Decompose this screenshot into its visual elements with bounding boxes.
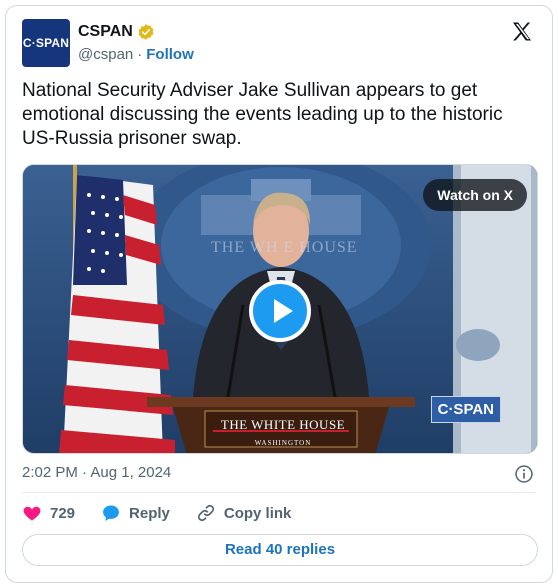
read-replies-button[interactable]: Read 40 replies (22, 534, 538, 566)
avatar[interactable]: C·SPAN (22, 19, 70, 67)
podium-subtitle: WASHINGTON (254, 439, 312, 447)
watch-on-x-button[interactable]: Watch on X (423, 179, 527, 211)
display-name[interactable]: CSPAN (78, 23, 133, 41)
separator: · (137, 46, 143, 63)
building-signage: THE WH E HOUSE (211, 239, 358, 256)
podium-title: THE WHITE HOUSE (220, 417, 346, 432)
heart-icon (23, 506, 41, 521)
handle[interactable]: @cspan (78, 46, 133, 63)
likes-count: 729 (50, 504, 76, 522)
copy-link-button[interactable]: Copy link (196, 503, 292, 523)
name-row: CSPAN (78, 23, 155, 41)
timestamp[interactable]: 2:02 PM · Aug 1, 2024 (22, 464, 171, 481)
network-watermark: C·SPAN (430, 396, 501, 423)
tweet-card: C·SPAN CSPAN @cspan · Follow National Se… (5, 5, 553, 583)
avatar-text: C·SPAN (22, 36, 70, 50)
verified-badge-icon (138, 24, 154, 40)
video-player[interactable]: THE WH E HOUSE THE WHITE HOUSE WASHINGTO… (22, 164, 538, 454)
tweet-text: National Security Adviser Jake Sullivan … (22, 80, 503, 149)
follow-button[interactable]: Follow (146, 46, 194, 63)
podium-sign: THE WHITE HOUSE WASHINGTON (209, 417, 357, 447)
play-icon (274, 299, 293, 323)
like-button[interactable]: 729 (22, 503, 75, 523)
reply-button[interactable]: Reply (101, 503, 170, 523)
link-icon (197, 504, 214, 522)
copy-link-label: Copy link (223, 504, 292, 522)
play-button[interactable] (249, 280, 311, 342)
handle-row: @cspan · Follow (78, 46, 194, 63)
x-logo-icon[interactable] (510, 20, 534, 44)
action-bar: 729 Reply Copy link (22, 503, 317, 523)
reply-label: Reply (129, 504, 170, 522)
info-icon[interactable] (514, 464, 534, 484)
reply-bubble-icon (103, 505, 119, 521)
divider (22, 492, 536, 493)
